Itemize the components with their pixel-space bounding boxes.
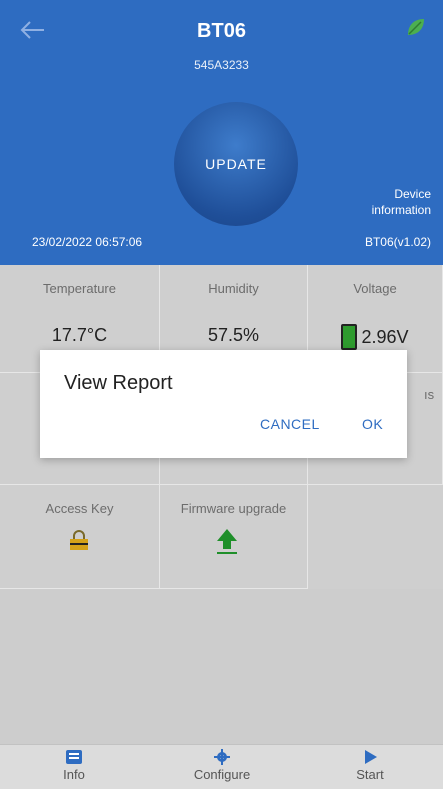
- update-button[interactable]: UPDATE: [174, 102, 298, 226]
- ok-button[interactable]: OK: [362, 416, 383, 432]
- upload-arrow-icon: [217, 529, 237, 554]
- device-serial: 545A3233: [194, 58, 249, 72]
- cancel-button[interactable]: CANCEL: [260, 416, 320, 432]
- tab-configure-label: Configure: [193, 767, 251, 782]
- last-update-timestamp: 23/02/2022 06:57:06: [32, 235, 143, 249]
- voltage-value: 2.96V: [361, 326, 409, 347]
- tab-start-label: Start: [356, 767, 384, 782]
- temperature-value: 17.7°C: [51, 325, 108, 345]
- leaf-icon[interactable]: [405, 16, 427, 38]
- device-information-link[interactable]: Device information: [341, 186, 431, 218]
- tab-start[interactable]: Start: [296, 749, 443, 782]
- humidity-value: 57.5%: [207, 325, 260, 345]
- play-icon: [365, 750, 377, 764]
- tab-info-label: Info: [63, 767, 85, 782]
- gear-icon: [214, 749, 230, 765]
- device-version: BT06(v1.02): [364, 235, 431, 249]
- temperature-label: Temperature: [43, 281, 116, 296]
- battery-icon: [341, 324, 358, 350]
- bottom-navigation: Info Configure Start: [0, 744, 443, 789]
- screen: BT06 545A3233 UPDATE 23/02/2022 06:57:06…: [0, 0, 443, 789]
- tab-configure[interactable]: Configure: [148, 749, 296, 782]
- voltage-value-row: 2.96V: [308, 324, 442, 351]
- lock-icon: [70, 530, 88, 550]
- firmware-upgrade-card[interactable]: Firmware upgrade: [160, 485, 308, 589]
- device-title: BT06: [197, 20, 246, 42]
- dialog-title: View Report: [64, 372, 173, 394]
- humidity-label: Humidity: [208, 281, 259, 296]
- access-key-label: Access Key: [45, 501, 114, 516]
- voltage-label: Voltage: [353, 281, 397, 296]
- firmware-upgrade-label: Firmware upgrade: [180, 501, 287, 516]
- device-header: BT06 545A3233 UPDATE 23/02/2022 06:57:06…: [0, 0, 443, 265]
- truncated-card-label: ıs: [424, 387, 435, 402]
- info-icon: [66, 750, 82, 764]
- access-key-card[interactable]: Access Key: [0, 485, 160, 589]
- tab-info[interactable]: Info: [0, 749, 148, 782]
- view-report-dialog: View Report CANCEL OK: [40, 350, 407, 458]
